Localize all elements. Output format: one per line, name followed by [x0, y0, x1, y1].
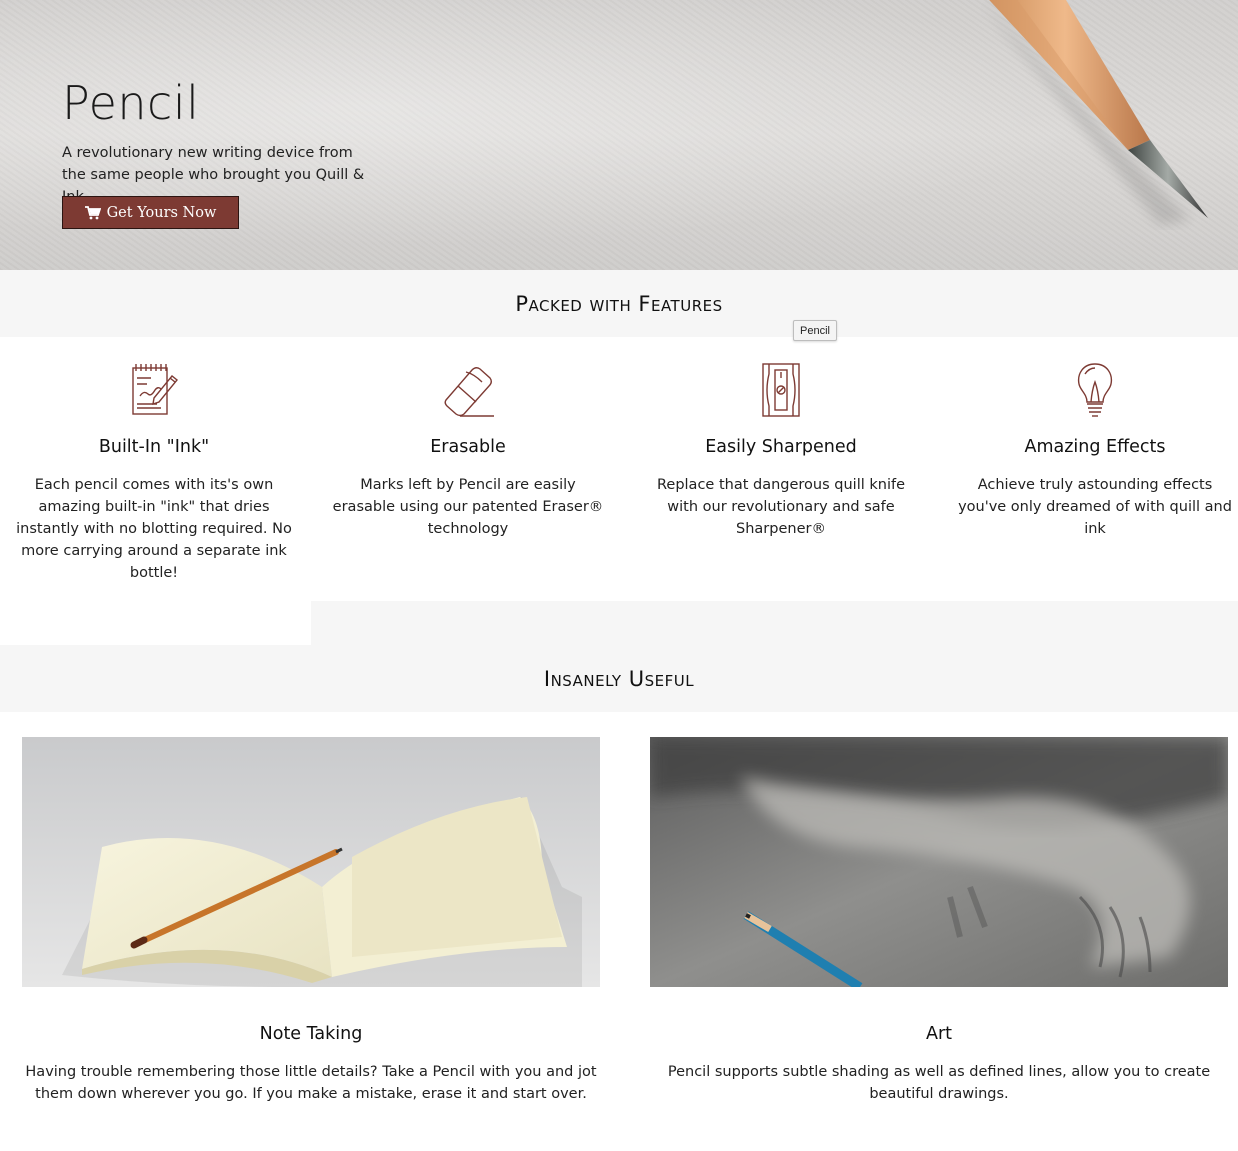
hero-section: Pencil A revolutionary new writing devic…: [0, 0, 1238, 270]
feature-text: Each pencil comes with its's own amazing…: [16, 477, 292, 581]
useful-heading-bar: Insanely Useful: [0, 645, 1238, 712]
page-title: Pencil: [62, 76, 200, 130]
use-card-note-taking: Note Taking Having trouble remembering t…: [22, 737, 600, 1105]
get-yours-now-button[interactable]: Get Yours Now: [62, 196, 239, 229]
feature-text: Achieve truly astounding effects you've …: [958, 477, 1232, 537]
notepad-pencil-icon: [132, 364, 178, 415]
use-card-text: Pencil supports subtle shading as well a…: [667, 1064, 1211, 1102]
hero-pencil-image: [980, 0, 1208, 225]
art-drawing-photo: [650, 737, 1228, 987]
features-filler: [311, 601, 1238, 645]
feature-title: Easily Sharpened: [705, 437, 857, 457]
eraser-icon: [444, 367, 494, 417]
tooltip: Pencil: [793, 320, 837, 341]
notebook-pencil-photo: [22, 737, 600, 987]
features-heading: Packed with Features: [515, 291, 723, 316]
sharpener-icon: [762, 363, 800, 417]
use-card-title: Note Taking: [259, 1024, 363, 1044]
feature-card-effects: Amazing Effects Achieve truly astounding…: [950, 352, 1238, 540]
get-yours-now-label: Get Yours Now: [106, 204, 217, 221]
shopping-cart-icon: [84, 205, 101, 219]
feature-text: Replace that dangerous quill knife with …: [656, 477, 906, 537]
feature-title: Built-In "Ink": [98, 437, 210, 457]
lightbulb-icon: [1077, 363, 1113, 417]
features-heading-bar: Packed with Features: [0, 270, 1238, 337]
useful-heading: Insanely Useful: [543, 666, 695, 691]
feature-text: Marks left by Pencil are easily erasable…: [332, 477, 604, 537]
feature-title: Erasable: [430, 437, 506, 457]
use-card-art: Art Pencil supports subtle shading as we…: [650, 737, 1228, 1105]
feature-card-erasable: Erasable Marks left by Pencil are easily…: [323, 352, 613, 540]
feature-title: Amazing Effects: [1024, 437, 1166, 457]
feature-card-ink: Built-In "Ink" Each pencil comes with it…: [9, 352, 299, 584]
feature-card-sharpened: Easily Sharpened Replace that dangerous …: [636, 352, 926, 540]
use-card-text: Having trouble remembering those little …: [25, 1064, 597, 1102]
use-card-title: Art: [925, 1024, 953, 1044]
